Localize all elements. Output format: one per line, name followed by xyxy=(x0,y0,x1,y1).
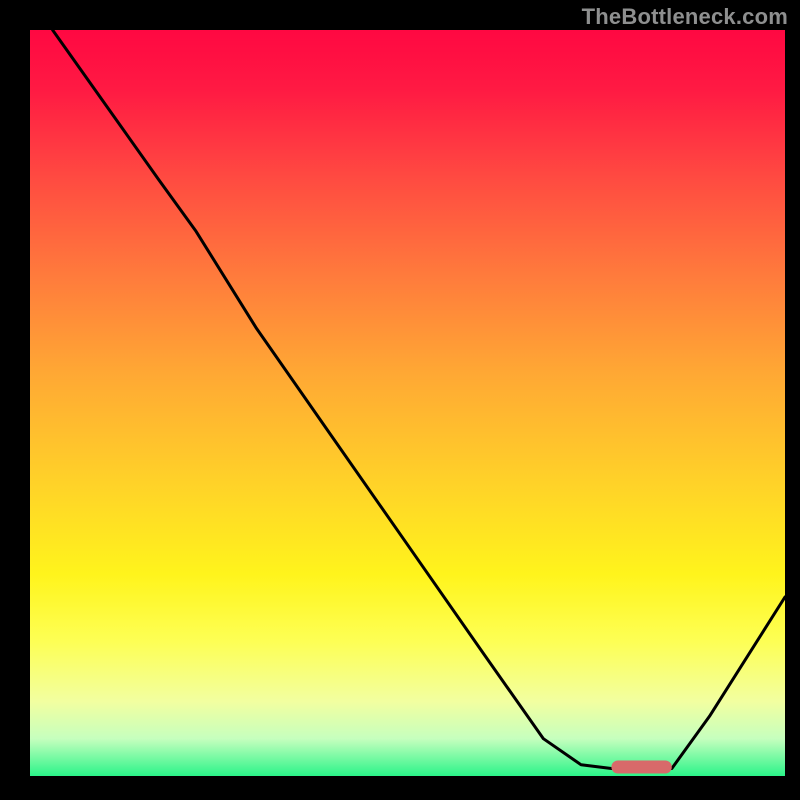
watermark-text: TheBottleneck.com xyxy=(582,4,788,30)
plot-area xyxy=(30,30,785,776)
chart-frame: TheBottleneck.com xyxy=(0,0,800,800)
bottleneck-curve xyxy=(53,30,785,769)
optimal-marker xyxy=(611,761,671,774)
curve-layer xyxy=(30,30,785,776)
